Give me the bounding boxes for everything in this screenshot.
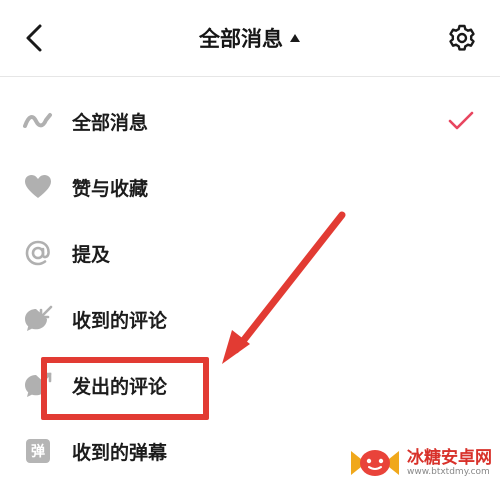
gear-icon <box>449 24 475 51</box>
danmaku-icon: 弹 <box>22 435 54 467</box>
watermark-url: www.btxtdmy.com <box>407 466 490 477</box>
menu-item-label: 赞与收藏 <box>72 177 149 200</box>
site-watermark: 冰糖安卓网 www.btxtdmy.com <box>349 443 492 483</box>
danmaku-badge: 弹 <box>26 439 50 463</box>
wave-icon <box>22 105 54 137</box>
caret-up-icon[interactable] <box>289 33 301 43</box>
menu-item-mentions[interactable]: 提及 <box>0 220 500 286</box>
settings-button[interactable] <box>444 20 480 56</box>
at-sign-icon <box>22 237 54 269</box>
comment-sent-icon <box>22 369 54 401</box>
chevron-left-icon <box>26 24 42 52</box>
top-bar: 全部消息 <box>0 0 500 77</box>
menu-item-comments-received[interactable]: 收到的评论 <box>0 286 500 352</box>
menu-item-label: 提及 <box>72 243 111 266</box>
menu-item-comments-sent[interactable]: 发出的评论 <box>0 352 500 418</box>
candy-logo-icon <box>351 450 399 476</box>
back-button[interactable] <box>14 18 54 58</box>
menu-item-label: 收到的评论 <box>72 309 168 332</box>
heart-icon <box>22 171 54 203</box>
title-area: 全部消息 <box>0 0 500 76</box>
comment-received-icon <box>22 303 54 335</box>
watermark-text: 冰糖安卓网 www.btxtdmy.com <box>407 449 492 478</box>
menu-item-label: 全部消息 <box>72 111 149 134</box>
menu-item-likes-favorites[interactable]: 赞与收藏 <box>0 154 500 220</box>
menu-item-all-messages[interactable]: 全部消息 <box>0 88 500 154</box>
menu-item-label: 收到的弹幕 <box>72 441 168 464</box>
watermark-name: 冰糖安卓网 <box>407 447 492 468</box>
menu-item-label: 发出的评论 <box>72 375 168 398</box>
checkmark-icon <box>446 106 476 136</box>
page-title[interactable]: 全部消息 <box>199 23 283 53</box>
